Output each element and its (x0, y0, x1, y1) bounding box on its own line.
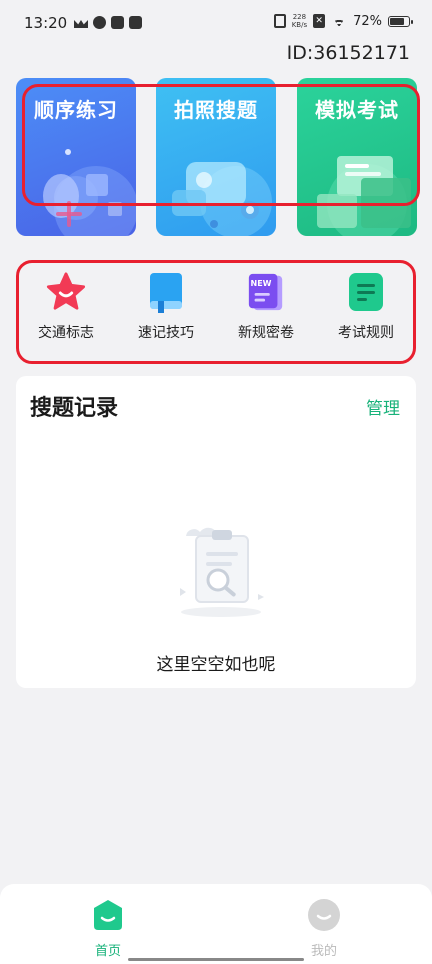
tab-home[interactable]: 首页 (73, 898, 143, 959)
quick-nav-label: 新规密卷 (238, 325, 294, 341)
quick-nav-label: 交通标志 (38, 325, 94, 341)
tab-home-label: 首页 (94, 944, 121, 959)
records-title: 搜题记录 (30, 396, 119, 421)
sim-icon: ✕ (313, 14, 326, 28)
bottom-tab-bar: 首页 我的 (0, 884, 432, 964)
user-id: ID:36152171 (286, 42, 410, 64)
search-records-panel: 搜题记录 管理 这里空空如也呢 (16, 376, 416, 688)
sequence-illustration-icon (43, 149, 136, 236)
card-title: 模拟考试 (315, 98, 399, 122)
sequential-practice-card[interactable]: 顺序练习 (16, 78, 136, 236)
vibrate-icon (273, 14, 286, 28)
quick-nav-new-rules[interactable]: NEW 新规密卷 (216, 262, 316, 358)
network-speed: 228 KB/s (292, 13, 307, 29)
empty-clipboard-icon (180, 527, 264, 617)
quick-nav-label: 速记技巧 (138, 325, 194, 341)
quick-nav: 交通标志 速记技巧 NEW 新规密卷 考试规则 (16, 262, 416, 358)
wifi-icon (331, 15, 347, 27)
quick-nav-exam-rules[interactable]: 考试规则 (316, 262, 416, 358)
new-badge: NEW (250, 278, 272, 288)
home-icon (94, 900, 122, 930)
status-right: 228 KB/s ✕ 72% (273, 13, 413, 29)
gesture-bar[interactable] (128, 958, 304, 961)
star-icon (46, 272, 86, 312)
profile-icon (308, 899, 340, 931)
card-title: 顺序练习 (34, 98, 118, 122)
quick-nav-label: 考试规则 (338, 325, 394, 341)
card-title: 拍照搜题 (174, 98, 258, 122)
status-bar: 13:20 228 KB/s ✕ 72% (0, 0, 432, 48)
mock-exam-card[interactable]: 模拟考试 (297, 78, 417, 236)
app-notification-icon (93, 16, 106, 29)
video-icon (129, 16, 142, 29)
quick-nav-memory-tips[interactable]: 速记技巧 (116, 262, 216, 358)
manage-button[interactable]: 管理 (366, 394, 400, 419)
crown-icon (74, 16, 88, 28)
notification-icons (74, 16, 142, 29)
mail-icon (111, 16, 124, 29)
tab-mine-label: 我的 (310, 944, 337, 959)
status-time: 13:20 (24, 14, 68, 32)
book-icon (146, 272, 186, 313)
battery-percent: 72% (353, 13, 382, 29)
rules-icon (346, 272, 386, 312)
speed-unit: KB/s (291, 21, 308, 29)
tab-mine[interactable]: 我的 (289, 898, 359, 959)
quick-nav-traffic-signs[interactable]: 交通标志 (16, 262, 116, 358)
speed-value: 228 (292, 13, 307, 21)
camera-illustration-icon (172, 162, 272, 236)
empty-message: 这里空空如也呢 (156, 655, 276, 675)
photo-search-card[interactable]: 拍照搜题 (156, 78, 276, 236)
new-doc-icon: NEW (246, 272, 286, 312)
battery-icon (388, 15, 413, 27)
exam-illustration-icon (317, 156, 411, 236)
